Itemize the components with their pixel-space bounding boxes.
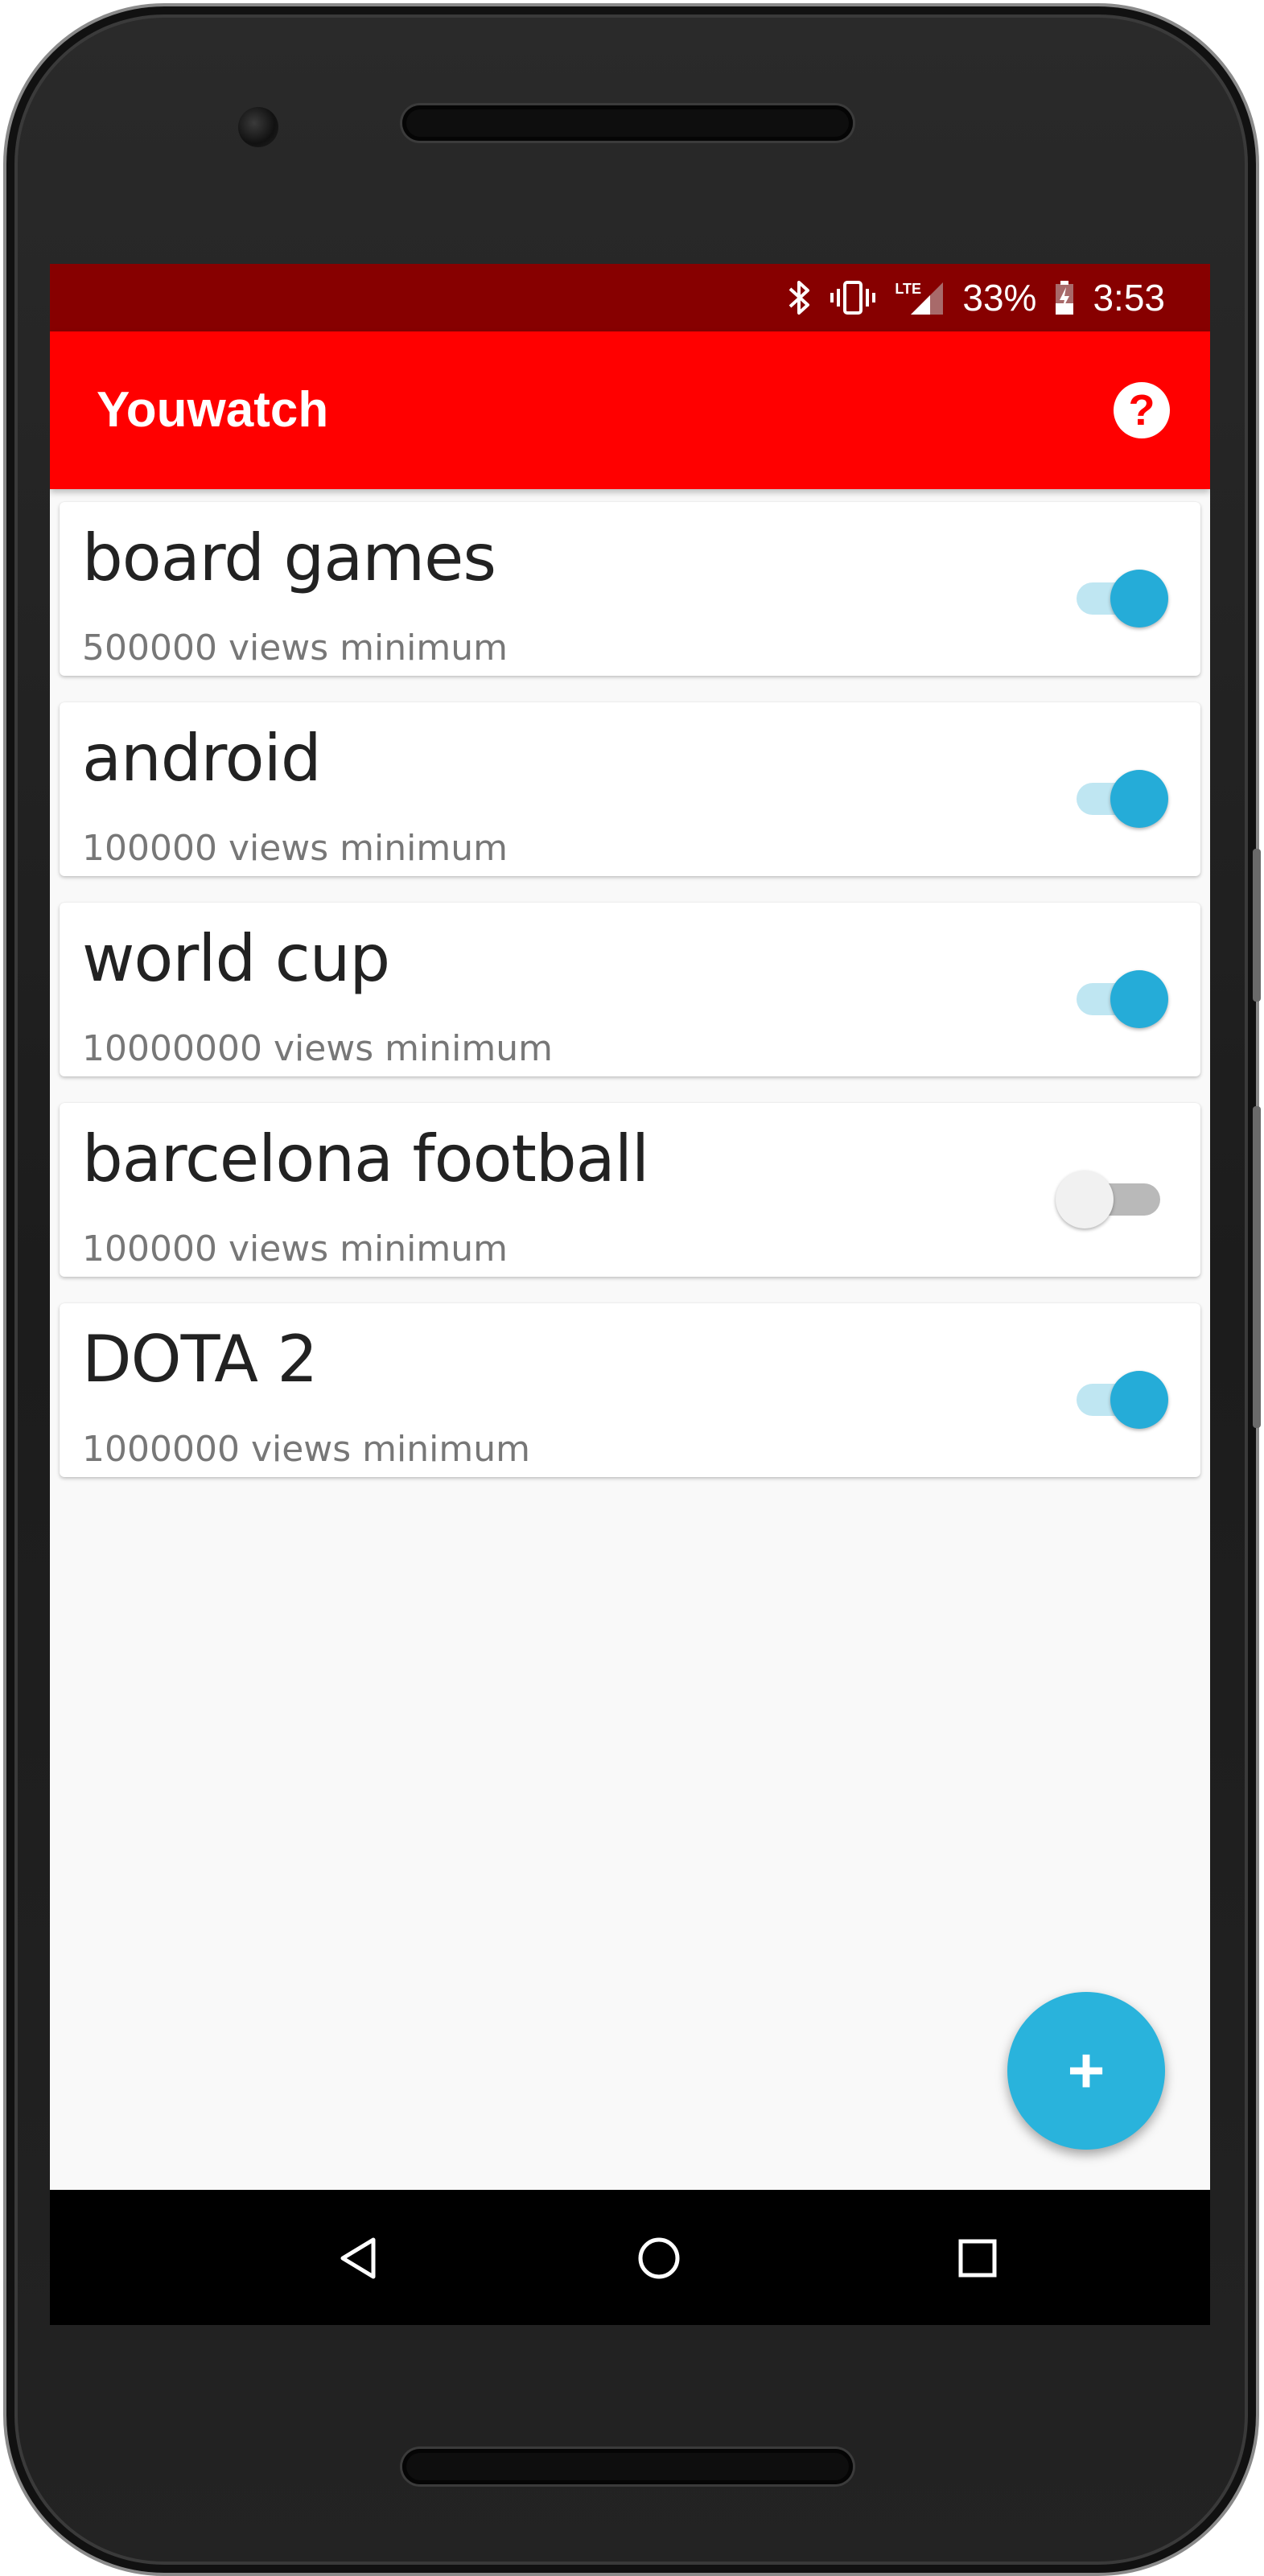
help-button[interactable]: ? — [1114, 382, 1170, 438]
add-topic-button[interactable]: + — [1007, 1992, 1165, 2150]
app-bar: Youwatch ? — [50, 331, 1210, 489]
topic-subtitle: 100000 views minimum — [82, 1228, 508, 1269]
topic-title: android — [82, 721, 322, 796]
list-item[interactable]: world cup 10000000 views minimum — [60, 903, 1200, 1076]
help-circle-icon: ? — [1128, 386, 1155, 434]
plus-icon: + — [1067, 2035, 1105, 2106]
battery-percent: 33% — [962, 277, 1037, 319]
topic-title: world cup — [82, 921, 390, 996]
status-bar: LTE 33% 3:53 — [50, 264, 1210, 331]
topic-toggle[interactable] — [1072, 767, 1168, 828]
topic-subtitle: 1000000 views minimum — [82, 1429, 530, 1470]
topic-subtitle: 100000 views minimum — [82, 828, 508, 869]
recents-button[interactable] — [949, 2230, 1006, 2286]
list-item[interactable]: barcelona football 100000 views minimum — [60, 1103, 1200, 1277]
topic-subtitle: 500000 views minimum — [82, 628, 508, 669]
toggle-thumb — [1110, 1371, 1168, 1429]
back-icon — [340, 2237, 376, 2279]
topic-title: DOTA 2 — [82, 1322, 318, 1397]
earpiece-speaker — [402, 105, 853, 141]
list-item[interactable]: android 100000 views minimum — [60, 702, 1200, 876]
lte-label: LTE — [895, 281, 922, 297]
volume-button — [1253, 1106, 1261, 1428]
toggle-thumb — [1110, 770, 1168, 828]
recents-icon — [958, 2239, 997, 2278]
topic-title: board games — [82, 521, 496, 595]
navigation-bar — [50, 2190, 1210, 2325]
toggle-thumb — [1056, 1171, 1114, 1228]
topic-list: board games 500000 views minimum android… — [60, 502, 1200, 1504]
app-title: Youwatch — [97, 382, 329, 438]
topic-toggle[interactable] — [1056, 1167, 1168, 1228]
bluetooth-icon — [787, 279, 811, 316]
toggle-thumb — [1110, 970, 1168, 1028]
bottom-speaker — [402, 2449, 853, 2484]
topic-toggle[interactable] — [1072, 967, 1168, 1028]
list-item[interactable]: DOTA 2 1000000 views minimum — [60, 1303, 1200, 1477]
list-item[interactable]: board games 500000 views minimum — [60, 502, 1200, 676]
topic-toggle[interactable] — [1072, 1368, 1168, 1429]
topic-title: barcelona football — [82, 1121, 649, 1196]
home-button[interactable] — [631, 2230, 687, 2286]
front-camera — [238, 107, 278, 147]
status-time: 3:53 — [1093, 277, 1165, 319]
power-button — [1253, 849, 1261, 1002]
topic-subtitle: 10000000 views minimum — [82, 1028, 553, 1069]
battery-charging-icon — [1054, 279, 1075, 316]
topic-toggle[interactable] — [1072, 566, 1168, 628]
back-button[interactable] — [330, 2230, 386, 2286]
vibrate-icon — [829, 279, 877, 316]
home-icon — [638, 2237, 680, 2279]
toggle-thumb — [1110, 570, 1168, 628]
screen: LTE 33% 3:53 Youwatch ? board games 5000… — [50, 264, 1210, 2325]
lte-signal-icon: LTE — [895, 279, 945, 316]
